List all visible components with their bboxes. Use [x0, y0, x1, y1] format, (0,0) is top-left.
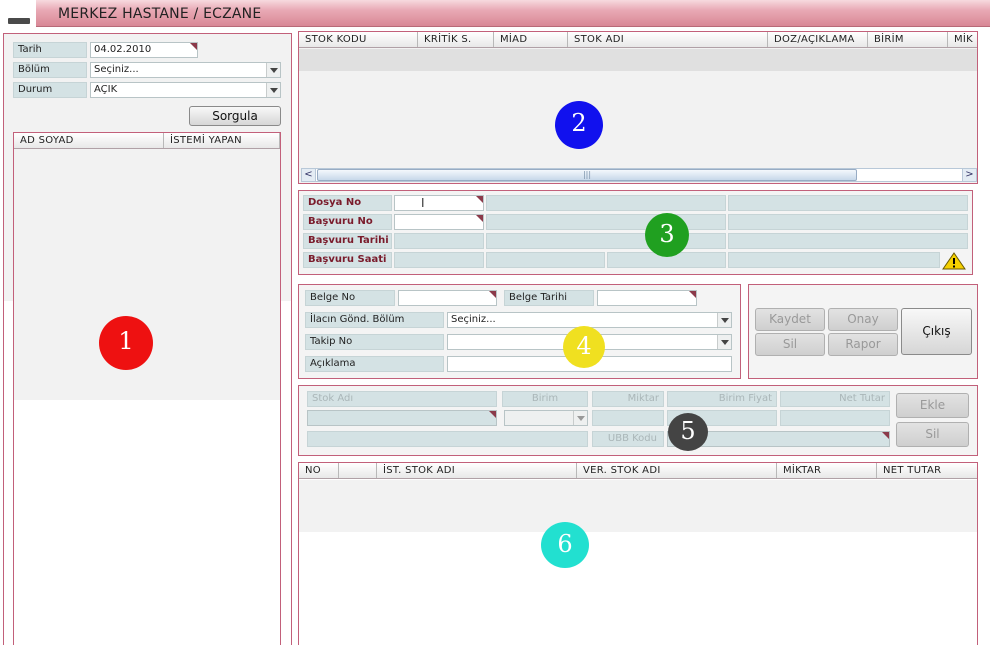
basvuru-tarihi-cell-2: [728, 233, 968, 249]
stok-adi-label: Stok Adı: [307, 391, 497, 407]
chevron-down-icon[interactable]: [717, 313, 731, 327]
basvuru-tarihi-value: [394, 233, 484, 249]
birim-select[interactable]: [504, 410, 588, 426]
basvuru-saati-label: Başvuru Saati: [303, 252, 392, 268]
stok-adi-input[interactable]: [307, 410, 497, 426]
tarih-input[interactable]: 04.02.2010: [90, 42, 198, 58]
col-stok-adi[interactable]: STOK ADI: [568, 32, 768, 47]
items-table-header: NO İST. STOK ADI VER. STOK ADI MİKTAR NE…: [299, 463, 977, 479]
stock-table-header: STOK KODU KRİTİK S. MİAD STOK ADI DOZ/AÇ…: [299, 32, 977, 48]
basvuru-saati-value: [394, 252, 484, 268]
col-net-tutar[interactable]: NET TUTAR: [877, 463, 977, 478]
col-blank[interactable]: [339, 463, 377, 478]
dosya-no-input[interactable]: I: [394, 195, 484, 211]
col-kritik-s[interactable]: KRİTİK S.: [418, 32, 494, 47]
items-table-panel: NO İST. STOK ADI VER. STOK ADI MİKTAR NE…: [298, 462, 978, 645]
col-stok-kodu[interactable]: STOK KODU: [299, 32, 418, 47]
marker-2: 2: [555, 101, 603, 149]
dosya-no-label: Dosya No: [303, 195, 392, 211]
birim-fiyat-label: Birim Fiyat: [667, 391, 777, 407]
chevron-down-icon[interactable]: [717, 335, 731, 349]
warning-icon[interactable]: [942, 252, 966, 270]
scroll-thumb[interactable]: |||: [317, 169, 857, 181]
item-sil-button[interactable]: Sil: [896, 422, 969, 447]
net-tutar-label: Net Tutar: [780, 391, 890, 407]
miktar-label: Miktar: [592, 391, 664, 407]
col-doz-aciklama[interactable]: DOZ/AÇIKLAMA: [768, 32, 868, 47]
patient-list: AD SOYAD İSTEMİ YAPAN: [13, 132, 281, 645]
basvuru-tarihi-label: Başvuru Tarihi: [303, 233, 392, 249]
chevron-down-icon[interactable]: [266, 63, 280, 77]
durum-select-value: AÇIK: [94, 84, 118, 95]
chevron-down-icon[interactable]: [573, 411, 587, 425]
app-title: MERKEZ HASTANE / ECZANE: [58, 6, 262, 22]
marker-6: 6: [541, 522, 589, 568]
ilacin-gond-bolum-select[interactable]: Seçiniz...: [447, 312, 732, 328]
scroll-right-button[interactable]: >: [962, 169, 976, 181]
basvuru-info-cell: [486, 214, 726, 230]
marker-5: 5: [668, 413, 708, 451]
durum-select[interactable]: AÇIK: [90, 82, 281, 98]
col-miktar[interactable]: MİKTAR: [777, 463, 877, 478]
basvuru-tarihi-cell: [486, 233, 726, 249]
takip-no-label: Takip No: [305, 334, 444, 350]
col-mik[interactable]: MİK: [948, 32, 977, 47]
ubb-kodu-label: UBB Kodu: [592, 431, 664, 447]
birim-label: Birim: [502, 391, 588, 407]
belge-tarihi-input[interactable]: [597, 290, 697, 306]
durum-label: Durum: [13, 82, 87, 98]
rapor-button[interactable]: Rapor: [828, 333, 898, 356]
col-istemi-yapan[interactable]: İSTEMİ YAPAN: [164, 133, 280, 148]
stock-table-row[interactable]: [299, 49, 977, 71]
ilacin-gond-bolum-value: Seçiniz...: [451, 314, 496, 325]
aciklama-label: Açıklama: [305, 356, 444, 372]
sil-button[interactable]: Sil: [755, 333, 825, 356]
net-tutar-input[interactable]: [780, 410, 890, 426]
col-birim[interactable]: BİRİM: [868, 32, 948, 47]
belge-no-label: Belge No: [305, 290, 395, 306]
stok-detail-cell: [307, 431, 588, 447]
kaydet-button[interactable]: Kaydet: [755, 308, 825, 331]
col-no[interactable]: NO: [299, 463, 339, 478]
col-ist-stok-adi[interactable]: İST. STOK ADI: [377, 463, 577, 478]
horizontal-scrollbar[interactable]: < ||| >: [301, 168, 977, 182]
belge-no-input[interactable]: [398, 290, 497, 306]
belge-tarihi-label: Belge Tarihi: [504, 290, 594, 306]
cikis-button[interactable]: Çıkış: [901, 308, 972, 355]
sorgula-button[interactable]: Sorgula: [189, 106, 281, 126]
col-ver-stok-adi[interactable]: VER. STOK ADI: [577, 463, 777, 478]
marker-4: 4: [563, 326, 605, 368]
dosya-info-cell: [486, 195, 726, 211]
patient-list-header: AD SOYAD İSTEMİ YAPAN: [14, 133, 280, 149]
bolum-select-value: Seçiniz...: [94, 64, 139, 75]
marker-1: 1: [99, 316, 153, 370]
onay-button[interactable]: Onay: [828, 308, 898, 331]
dosya-info-cell-2: [728, 195, 968, 211]
scroll-left-button[interactable]: <: [302, 169, 316, 181]
tarih-label: Tarih: [13, 42, 87, 58]
stock-table-panel: STOK KODU KRİTİK S. MİAD STOK ADI DOZ/AÇ…: [298, 31, 978, 184]
basvuru-saati-cell-3: [728, 252, 940, 268]
ilacin-gond-bolum-label: İlacın Gönd. Bölüm: [305, 312, 444, 328]
bolum-label: Bölüm: [13, 62, 87, 78]
ekle-button[interactable]: Ekle: [896, 393, 969, 418]
basvuru-no-input[interactable]: [394, 214, 484, 230]
chevron-down-icon[interactable]: [266, 83, 280, 97]
title-bar: MERKEZ HASTANE / ECZANE: [0, 0, 990, 27]
text-cursor-icon: I: [421, 196, 425, 210]
basvuru-no-label: Başvuru No: [303, 214, 392, 230]
app-logo-icon: [0, 0, 36, 27]
col-ad-soyad[interactable]: AD SOYAD: [14, 133, 164, 148]
marker-3: 3: [645, 213, 689, 257]
bolum-select[interactable]: Seçiniz...: [90, 62, 281, 78]
basvuru-saati-cell: [486, 252, 605, 268]
basvuru-info-cell-2: [728, 214, 968, 230]
miktar-input[interactable]: [592, 410, 664, 426]
col-miad[interactable]: MİAD: [494, 32, 568, 47]
